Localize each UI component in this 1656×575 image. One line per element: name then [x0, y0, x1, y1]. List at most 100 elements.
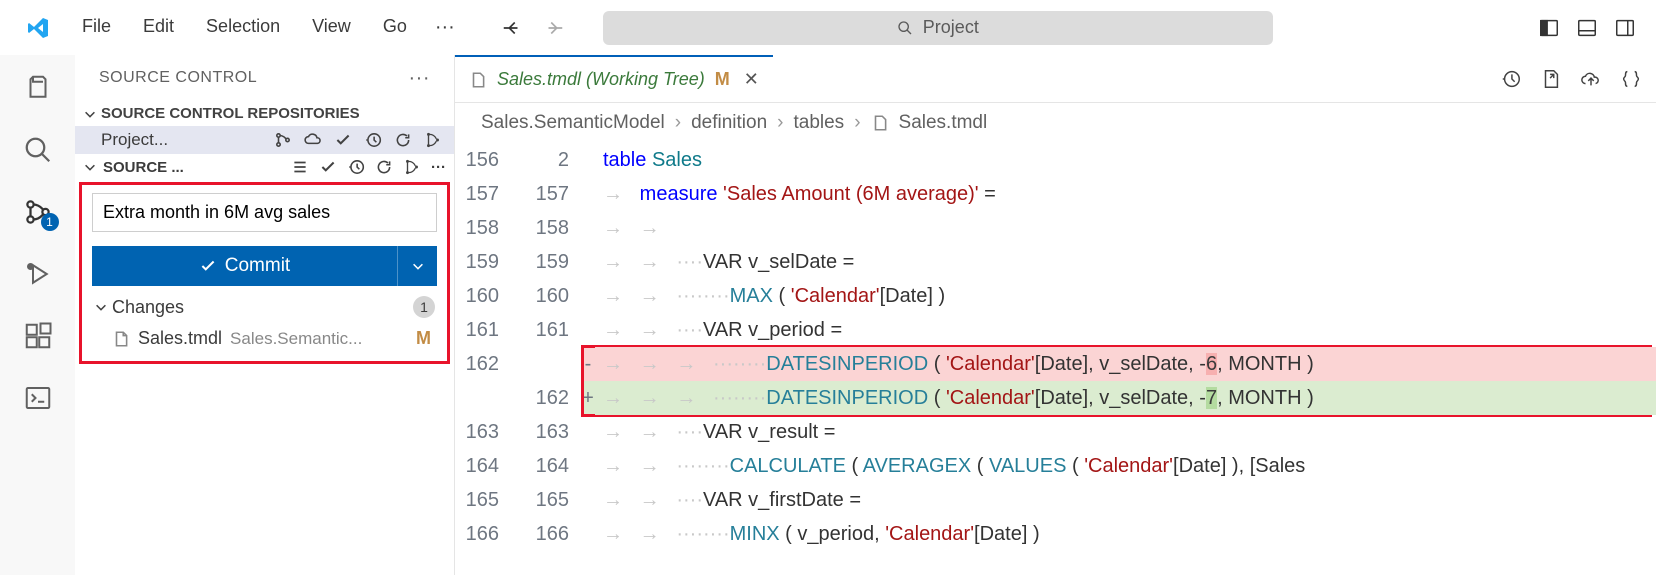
tab-sales-tmdl[interactable]: Sales.tmdl (Working Tree) M ✕	[455, 55, 773, 102]
menu-go[interactable]: Go	[367, 8, 423, 47]
code-line[interactable]: 158158→ →	[455, 211, 1656, 245]
changes-header[interactable]: Changes 1	[92, 286, 437, 324]
diff-gutter: -	[581, 347, 595, 381]
line-number-old: 159	[455, 245, 511, 279]
breadcrumb-item[interactable]: definition	[691, 112, 767, 134]
command-center[interactable]: Project	[603, 11, 1273, 45]
list-icon[interactable]	[291, 158, 309, 176]
activity-terminal-icon[interactable]	[23, 383, 53, 413]
layout-panel-left-icon[interactable]	[1538, 17, 1560, 39]
changed-file-path: Sales.Semantic...	[230, 329, 362, 349]
repos-header-label: SOURCE CONTROL REPOSITORIES	[101, 105, 360, 122]
code-line[interactable]: 163163 → → ····VAR v_result =	[455, 415, 1656, 449]
code-line[interactable]: 161161→ → ····VAR v_period =	[455, 313, 1656, 347]
file-status-badge: M	[416, 328, 431, 349]
changed-file-row[interactable]: Sales.tmdl Sales.Semantic... M	[92, 324, 437, 353]
sc-header-label: SOURCE ...	[103, 159, 184, 176]
breadcrumb-item[interactable]: Sales.tmdl	[899, 112, 988, 134]
line-number-new: 2	[511, 143, 581, 177]
code-content: → → ····VAR v_result =	[595, 415, 1656, 449]
nav-back-icon[interactable]	[501, 17, 523, 39]
layout-panel-bottom-icon[interactable]	[1576, 17, 1598, 39]
sc-more-icon[interactable]: ···	[431, 159, 446, 176]
nav-forward-icon[interactable]	[543, 17, 565, 39]
commit-message-input[interactable]	[92, 193, 437, 232]
chevron-right-icon: ›	[777, 112, 783, 134]
graph-icon[interactable]	[424, 131, 442, 149]
code-line[interactable]: 157157→ measure 'Sales Amount (6M averag…	[455, 177, 1656, 211]
layout-controls	[1538, 17, 1646, 39]
line-number-old: 163	[455, 415, 511, 449]
breadcrumb-item[interactable]: tables	[793, 112, 844, 134]
code-line[interactable]: 160160→ → ········MAX ( 'Calendar'[Date]…	[455, 279, 1656, 313]
diff-gutter	[581, 279, 595, 313]
file-icon	[469, 71, 487, 89]
line-number-new: 165	[511, 483, 581, 517]
code-content: → → ········MINX ( v_period, 'Calendar'[…	[595, 517, 1656, 551]
line-number-old: 166	[455, 517, 511, 551]
breadcrumb-item[interactable]: Sales.SemanticModel	[481, 112, 665, 134]
code-line[interactable]: 165165→ → ····VAR v_firstDate =	[455, 483, 1656, 517]
history-icon[interactable]	[1500, 68, 1522, 90]
line-number-new: 160	[511, 279, 581, 313]
history-icon[interactable]	[364, 131, 382, 149]
refresh-icon[interactable]	[375, 158, 393, 176]
line-number-new: 162	[511, 381, 581, 415]
diff-gutter	[581, 313, 595, 347]
activity-debug-icon[interactable]	[23, 259, 53, 289]
menu-selection[interactable]: Selection	[190, 8, 296, 47]
code-line[interactable]: 166166→ → ········MINX ( v_period, 'Cale…	[455, 517, 1656, 551]
code-line[interactable]: 164164→ → ········CALCULATE ( AVERAGEX (…	[455, 449, 1656, 483]
code-editor[interactable]: 1562table Sales157157→ measure 'Sales Am…	[455, 143, 1656, 551]
editor-actions	[1500, 55, 1656, 102]
check-icon[interactable]	[319, 158, 337, 176]
menu-file[interactable]: File	[66, 8, 127, 47]
code-line[interactable]: 1562table Sales	[455, 143, 1656, 177]
commit-button-label: Commit	[225, 255, 290, 277]
open-file-icon[interactable]	[1540, 68, 1562, 90]
commit-button[interactable]: Commit	[92, 246, 397, 286]
code-content: → → → ········DATESINPERIOD ( 'Calendar'…	[595, 381, 1656, 415]
menu-more[interactable]: ···	[423, 8, 467, 47]
cloud-icon[interactable]	[304, 131, 322, 149]
diff-gutter	[581, 483, 595, 517]
breadcrumb[interactable]: Sales.SemanticModel › definition › table…	[455, 103, 1656, 143]
commit-dropdown-button[interactable]	[397, 246, 437, 286]
refresh-icon[interactable]	[394, 131, 412, 149]
code-content: → → ········MAX ( 'Calendar'[Date] )	[595, 279, 1656, 313]
activity-search-icon[interactable]	[23, 135, 53, 165]
activity-scm-icon[interactable]: 1	[23, 197, 53, 227]
layout-panel-right-icon[interactable]	[1614, 17, 1636, 39]
line-number-old: 164	[455, 449, 511, 483]
line-number-old: 161	[455, 313, 511, 347]
repos-section-header[interactable]: SOURCE CONTROL REPOSITORIES	[75, 101, 454, 126]
menu-view[interactable]: View	[296, 8, 367, 47]
sidebar-title-text: SOURCE CONTROL	[99, 69, 257, 87]
braces-icon[interactable]	[1620, 68, 1642, 90]
search-icon	[897, 20, 913, 36]
line-number-new: 163	[511, 415, 581, 449]
menu-edit[interactable]: Edit	[127, 8, 190, 47]
activity-explorer-icon[interactable]	[23, 73, 53, 103]
activity-extensions-icon[interactable]	[23, 321, 53, 351]
repo-row[interactable]: Project...	[75, 126, 454, 154]
line-number-old: 157	[455, 177, 511, 211]
tab-close-icon[interactable]: ✕	[744, 69, 759, 90]
chevron-down-icon	[83, 160, 97, 174]
titlebar: File Edit Selection View Go ··· Project	[0, 0, 1656, 55]
check-icon[interactable]	[334, 131, 352, 149]
code-line[interactable]: 162-→ → → ········DATESINPERIOD ( 'Calen…	[455, 347, 1656, 381]
sidebar-more-icon[interactable]: ···	[409, 67, 430, 90]
code-line[interactable]: 159159→ → ····VAR v_selDate =	[455, 245, 1656, 279]
line-number-new: 157	[511, 177, 581, 211]
chevron-down-icon	[94, 300, 108, 314]
history-icon[interactable]	[347, 158, 365, 176]
code-line[interactable]: 162+→ → → ········DATESINPERIOD ( 'Calen…	[455, 381, 1656, 415]
cloud-upload-icon[interactable]	[1580, 68, 1602, 90]
source-control-section-header[interactable]: SOURCE ... ···	[75, 154, 454, 180]
line-number-old: 162	[455, 347, 511, 381]
line-number-old: 165	[455, 483, 511, 517]
code-content: table Sales	[595, 143, 1656, 177]
graph-icon[interactable]	[403, 158, 421, 176]
branch-icon[interactable]	[274, 131, 292, 149]
